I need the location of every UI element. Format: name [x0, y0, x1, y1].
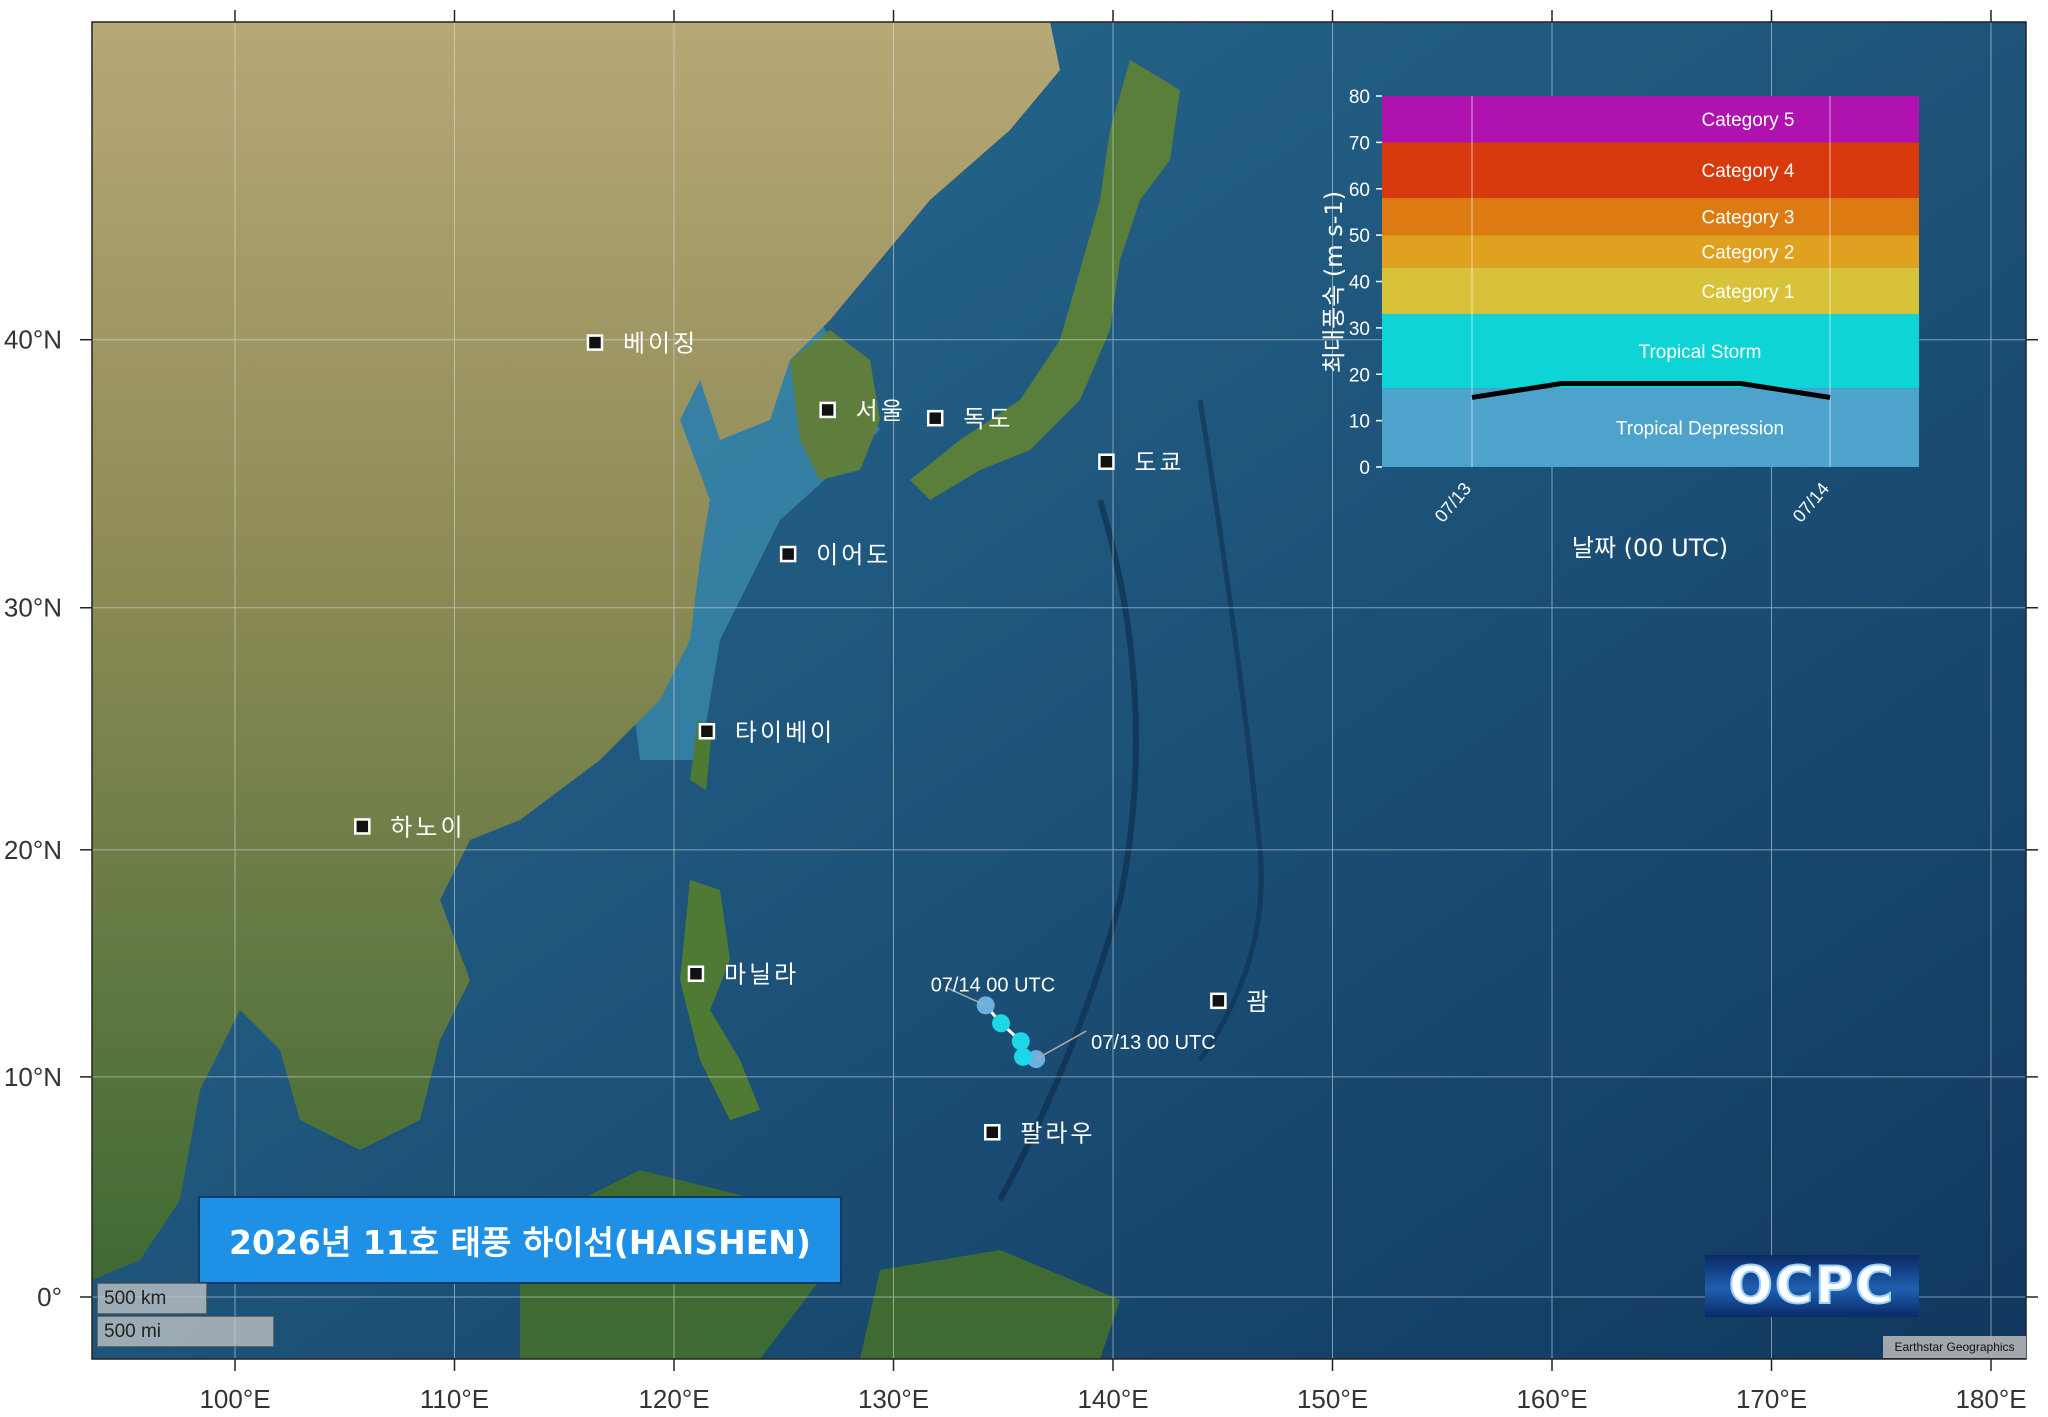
y-tick-label: 40 [1349, 273, 1370, 294]
lat-tick-label: 30°N [4, 593, 62, 623]
band-label: Category 1 [1702, 282, 1795, 303]
city-marker [819, 401, 836, 419]
band-label: Category 4 [1702, 161, 1795, 182]
band-label: Tropical Depression [1616, 419, 1784, 440]
attribution: Earthstar Geographics [1883, 1336, 2026, 1358]
x-axis-label: 날짜 (00 UTC) [1572, 534, 1728, 562]
lat-tick-label: 40°N [4, 325, 62, 355]
lon-tick-label: 150°E [1297, 1384, 1368, 1414]
intensity-band [1382, 267, 1919, 314]
scale-bar-km: 500 km [97, 1283, 207, 1314]
track-end-label: 07/14 00 UTC [931, 974, 1056, 996]
city-label: 도쿄 [1134, 449, 1184, 477]
y-tick-label: 60 [1349, 180, 1370, 201]
track-start-label: 07/13 00 UTC [1091, 1032, 1216, 1054]
city-marker [779, 545, 797, 563]
lat-tick-label: 0° [37, 1282, 62, 1312]
lon-tick-label: 160°E [1516, 1384, 1587, 1414]
scale-bar-mi: 500 mi [97, 1316, 274, 1347]
y-tick-label: 30 [1349, 319, 1370, 340]
logo-text: OCPC [1728, 1255, 1896, 1317]
city-marker [1210, 992, 1227, 1010]
y-tick-label: 80 [1349, 87, 1370, 108]
lon-tick-label: 180°E [1955, 1384, 2026, 1414]
intensity-band [1382, 96, 1919, 143]
track-point [992, 1014, 1011, 1033]
band-label: Category 3 [1702, 208, 1795, 229]
y-tick-label: 20 [1349, 365, 1370, 386]
intensity-band [1382, 142, 1919, 199]
attribution-text: Earthstar Geographics [1894, 1340, 2015, 1354]
lon-tick-label: 110°E [420, 1384, 489, 1414]
scale-mi-label: 500 mi [104, 1321, 162, 1342]
track-point [1011, 1032, 1030, 1051]
city-label: 독도 [963, 405, 1013, 433]
city-marker [687, 965, 705, 982]
lat-tick-label: 20°N [4, 835, 62, 865]
intensity-band [1382, 235, 1919, 268]
city-label: 괌 [1246, 988, 1271, 1016]
y-axis-label: 최대풍속 (m s-1) [1320, 191, 1348, 373]
city-marker [926, 409, 944, 427]
city-label: 팔라우 [1020, 1119, 1095, 1147]
lon-tick-label: 100°E [199, 1384, 270, 1414]
city-marker [698, 723, 716, 740]
lat-tick-label: 10°N [4, 1062, 62, 1092]
lon-tick-label: 140°E [1077, 1384, 1148, 1414]
storm-title-box: 2026년 11호 태풍 하이선(HAISHEN) [198, 1196, 842, 1284]
y-tick-label: 70 [1349, 133, 1370, 154]
city-label: 마닐라 [724, 961, 799, 989]
city-label: 서울 [856, 397, 906, 425]
city-marker [354, 818, 371, 835]
city-label: 타이베이 [735, 718, 835, 746]
storm-title: 2026년 11호 태풍 하이선(HAISHEN) [229, 1223, 811, 1262]
city-marker [984, 1124, 1001, 1141]
lon-tick-label: 120°E [638, 1384, 709, 1414]
scale-km-label: 500 km [104, 1288, 167, 1309]
city-label: 하노이 [390, 813, 465, 841]
city-marker [1098, 453, 1115, 470]
band-label: Category 5 [1702, 110, 1795, 131]
lon-tick-label: 130°E [858, 1384, 929, 1414]
city-marker [586, 334, 604, 351]
y-tick-label: 0 [1359, 458, 1370, 479]
track-point [1014, 1047, 1033, 1066]
city-label: 이어도 [816, 541, 891, 569]
band-label: Category 2 [1702, 242, 1795, 263]
y-tick-label: 50 [1349, 226, 1370, 247]
band-label: Tropical Storm [1639, 342, 1762, 363]
ocpc-logo: OCPC [1705, 1255, 1919, 1317]
lon-tick-label: 170°E [1736, 1384, 1807, 1414]
intensity-band [1382, 198, 1919, 236]
y-tick-label: 10 [1349, 412, 1370, 433]
city-label: 베이징 [623, 330, 698, 358]
